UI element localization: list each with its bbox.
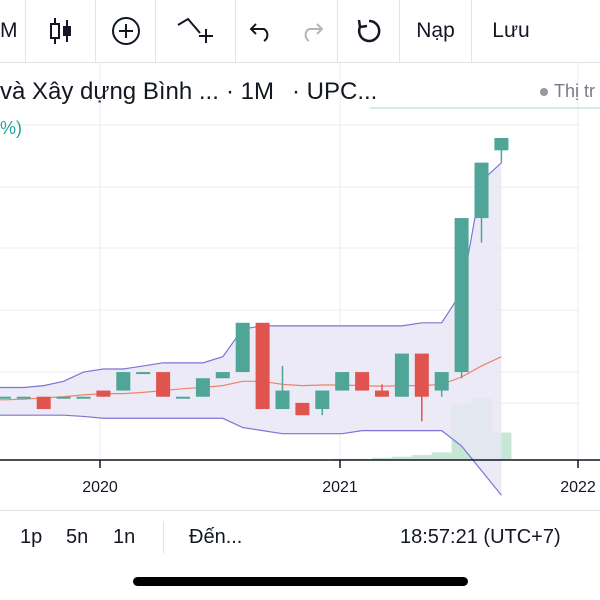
candle-body[interactable]: [116, 372, 131, 391]
candle-body[interactable]: [156, 372, 171, 397]
compare-icon: [176, 17, 213, 43]
x-tick-label: 2022: [560, 479, 596, 496]
toolbar: M Nạp Lưu: [0, 0, 600, 63]
candle-body[interactable]: [96, 390, 111, 397]
x-tick-label: 2021: [322, 479, 358, 496]
load-label: Nạp: [416, 19, 455, 42]
indicators-button[interactable]: [96, 0, 156, 62]
exchange-label[interactable]: · UPC...: [292, 78, 377, 106]
range-1p-button[interactable]: 1p: [20, 526, 42, 549]
candle-body[interactable]: [176, 396, 190, 399]
chart-type-button[interactable]: [26, 0, 96, 62]
candle-body[interactable]: [235, 322, 250, 373]
candle-body[interactable]: [454, 218, 469, 373]
symbol-legend: và Xây dựng Bình ... · 1M · UPC... Thị t…: [0, 76, 600, 110]
candle-body[interactable]: [295, 402, 310, 416]
candle-body[interactable]: [136, 372, 151, 375]
candle-body[interactable]: [16, 396, 31, 399]
candle-body[interactable]: [36, 396, 51, 410]
interval-button[interactable]: M: [0, 0, 26, 62]
candle-body[interactable]: [215, 372, 230, 379]
undo-redo-group: [236, 0, 338, 62]
candle-body[interactable]: [56, 396, 71, 399]
save-button[interactable]: Lưu: [472, 0, 550, 62]
change-percent: %): [0, 118, 22, 138]
volume-bar: [431, 452, 452, 460]
undo-icon[interactable]: [248, 20, 274, 42]
candle-body[interactable]: [255, 322, 270, 410]
candlestick-icon: [49, 18, 71, 44]
price-chart[interactable]: 2020 2021 2022: [0, 62, 600, 510]
candle-body[interactable]: [195, 378, 210, 397]
candle-body[interactable]: [375, 390, 389, 397]
home-indicator: [133, 577, 468, 586]
candle-body[interactable]: [76, 396, 91, 399]
status-dot-icon: [540, 88, 548, 97]
bollinger-band-fill: [0, 162, 502, 496]
save-label: Lưu: [492, 19, 530, 42]
bottom-bar: 1p 5n 1n Đến... 18:57:21 (UTC+7): [0, 510, 600, 563]
compare-button[interactable]: [156, 0, 236, 62]
candle-body[interactable]: [335, 372, 350, 391]
market-status-text: Thị tr: [554, 81, 596, 101]
candle-body[interactable]: [315, 390, 330, 410]
reset-button[interactable]: [338, 0, 400, 62]
symbol-name[interactable]: và Xây dựng Bình ...: [0, 78, 219, 106]
interval-label: M: [0, 19, 18, 42]
candle-body[interactable]: [394, 353, 409, 397]
market-status: Thị tr: [540, 81, 595, 102]
candle-body[interactable]: [275, 390, 290, 410]
redo-icon[interactable]: [299, 20, 325, 42]
goto-date-button[interactable]: Đến...: [189, 526, 242, 549]
candle-body[interactable]: [494, 138, 509, 151]
candle-body[interactable]: [414, 353, 429, 397]
candle-body[interactable]: [355, 372, 370, 391]
range-5n-button[interactable]: 5n: [66, 526, 88, 549]
load-button[interactable]: Nạp: [400, 0, 472, 62]
candle-body[interactable]: [0, 396, 11, 399]
resolution-label[interactable]: · 1M: [226, 78, 274, 106]
add-circle-icon: [111, 17, 140, 45]
range-1n-button[interactable]: 1n: [113, 526, 135, 549]
candle-body[interactable]: [474, 162, 489, 219]
clock-timezone[interactable]: 18:57:21 (UTC+7): [400, 526, 561, 549]
bottom-divider: [163, 521, 164, 553]
reset-icon: [357, 19, 380, 43]
x-tick-label: 2020: [82, 479, 118, 496]
candle-body[interactable]: [434, 372, 449, 391]
